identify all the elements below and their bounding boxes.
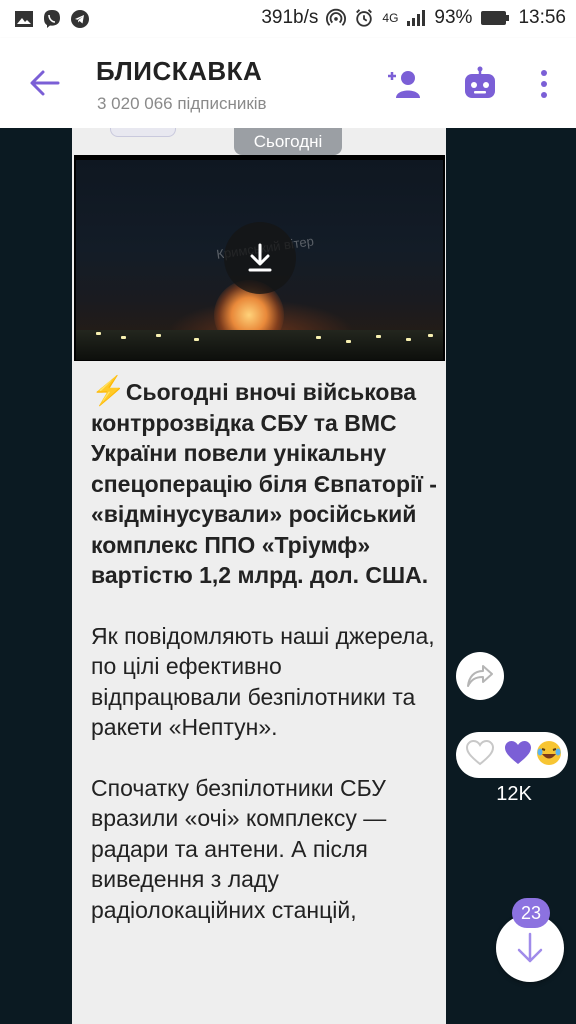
message-paragraph-2: Як повідомляють наші джерела, по цілі еф…	[91, 622, 435, 741]
city-light	[96, 332, 101, 335]
add-user-icon	[388, 71, 420, 98]
channel-header: БЛИСКАВКА 3 020 066 підписників	[0, 38, 576, 128]
more-vertical-icon	[541, 70, 547, 98]
channel-title[interactable]: БЛИСКАВКА	[96, 56, 262, 87]
unread-badge: 23	[512, 898, 550, 928]
net-speed: 391b/s	[261, 7, 319, 28]
city-light	[428, 334, 433, 337]
bot-button[interactable]	[460, 64, 500, 104]
lightning-icon: ⚡	[91, 375, 126, 406]
subscriber-count: 3 020 066 підписників	[97, 94, 267, 113]
reaction-count: 12K	[496, 783, 532, 805]
back-button[interactable]	[28, 66, 62, 100]
date-separator: Сьогодні	[234, 128, 342, 155]
download-icon	[248, 243, 272, 272]
battery-icon	[480, 8, 510, 28]
download-button[interactable]	[224, 222, 296, 294]
previous-message-edge	[110, 128, 176, 137]
arrow-down-icon	[517, 932, 543, 963]
video-frame: Кримський вітер	[76, 160, 443, 361]
back-arrow-icon	[30, 70, 60, 96]
city-light	[121, 336, 126, 339]
battery-percent: 93%	[434, 7, 473, 28]
add-subscriber-button[interactable]	[384, 64, 424, 104]
viber-icon	[42, 9, 62, 29]
reactions-bar[interactable]	[456, 732, 568, 778]
city-light	[156, 334, 161, 337]
network-type: 4G	[382, 11, 399, 25]
ground-silhouette	[76, 330, 443, 360]
message-text: ⚡Сьогодні вночі військова контррозвідка …	[91, 375, 437, 955]
status-bar: 391b/s 4G 93% 13:56	[0, 0, 576, 38]
gallery-icon	[14, 9, 34, 29]
laughing-emoji-icon[interactable]	[535, 739, 563, 772]
heart-outline-icon[interactable]	[465, 739, 495, 771]
hotspot-icon	[326, 8, 347, 28]
city-light	[406, 338, 411, 341]
robot-icon	[465, 66, 495, 98]
city-light	[316, 336, 321, 339]
message-paragraph-3: Спочатку безпілотники СБУ вразили «очі» …	[91, 774, 387, 923]
alarm-icon	[354, 8, 374, 28]
video-preview[interactable]: Кримський вітер	[74, 155, 445, 361]
chat-area[interactable]: Сьогодні Кримський вітер ⚡Сього	[0, 128, 576, 1024]
city-light	[194, 338, 199, 341]
signal-icon	[406, 8, 426, 28]
city-light	[376, 335, 381, 338]
clock: 13:56	[518, 7, 566, 28]
telegram-icon	[70, 9, 90, 29]
share-button[interactable]	[456, 652, 504, 700]
purple-heart-icon[interactable]	[504, 740, 532, 771]
more-menu-button[interactable]	[524, 64, 564, 104]
message-lead: Сьогодні вночі військова контррозвідка С…	[91, 379, 437, 588]
city-light	[346, 340, 351, 343]
share-icon	[467, 665, 493, 687]
